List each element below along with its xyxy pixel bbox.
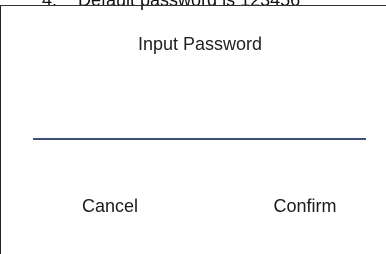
password-input[interactable] <box>33 102 366 140</box>
cancel-button[interactable]: Cancel <box>60 186 160 226</box>
dialog-top-border <box>0 5 386 6</box>
confirm-button[interactable]: Confirm <box>250 186 360 226</box>
dialog-title: Input Password <box>137 34 263 54</box>
instruction-line: 4. Default password is 123456 <box>0 0 386 10</box>
